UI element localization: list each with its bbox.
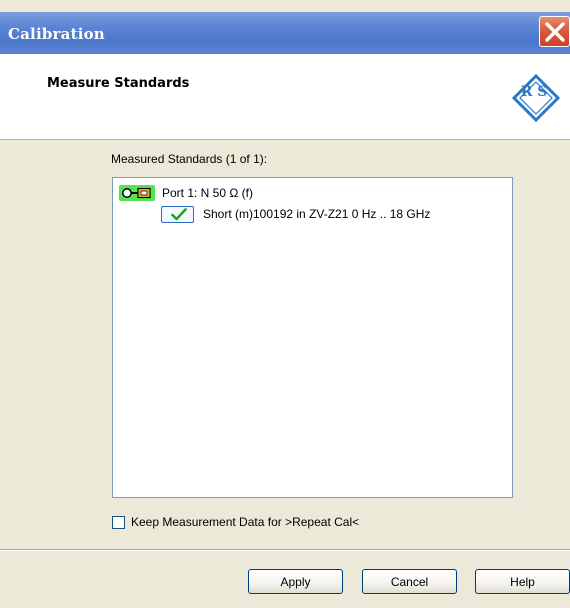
cancel-button[interactable]: Cancel <box>362 569 457 594</box>
measured-standards-label: Measured Standards (1 of 1): <box>111 152 268 166</box>
rohde-schwarz-logo: R S <box>512 74 560 122</box>
tree-node-standard[interactable]: Short (m)100192 in ZV-Z21 0 Hz .. 18 GHz <box>161 204 430 224</box>
port-connector-icon <box>119 185 155 201</box>
standards-tree[interactable]: Port 1: N 50 Ω (f) Short (m)100192 in ZV… <box>112 177 513 498</box>
keep-data-label[interactable]: Keep Measurement Data for >Repeat Cal< <box>131 515 359 529</box>
title-bar[interactable]: Calibration <box>0 12 570 54</box>
checkmark-icon <box>161 205 194 223</box>
tree-node-port[interactable]: Port 1: N 50 Ω (f) <box>119 184 253 202</box>
calibration-dialog: Calibration Measure Standards R S Measur… <box>0 0 570 608</box>
close-button[interactable] <box>539 16 570 47</box>
keep-data-row[interactable]: Keep Measurement Data for >Repeat Cal< <box>112 514 359 530</box>
apply-button[interactable]: Apply <box>248 569 343 594</box>
logo-letter-r: R S <box>521 84 548 100</box>
close-icon <box>545 22 565 42</box>
help-button[interactable]: Help <box>475 569 570 594</box>
keep-data-checkbox[interactable] <box>112 515 125 529</box>
port-label: Port 1: N 50 Ω (f) <box>162 186 253 200</box>
window-title: Calibration <box>8 25 105 43</box>
standard-label: Short (m)100192 in ZV-Z21 0 Hz .. 18 GHz <box>203 207 431 221</box>
page-title: Measure Standards <box>47 76 190 91</box>
header-panel: Measure Standards R S <box>0 54 570 140</box>
footer-divider <box>0 549 570 551</box>
